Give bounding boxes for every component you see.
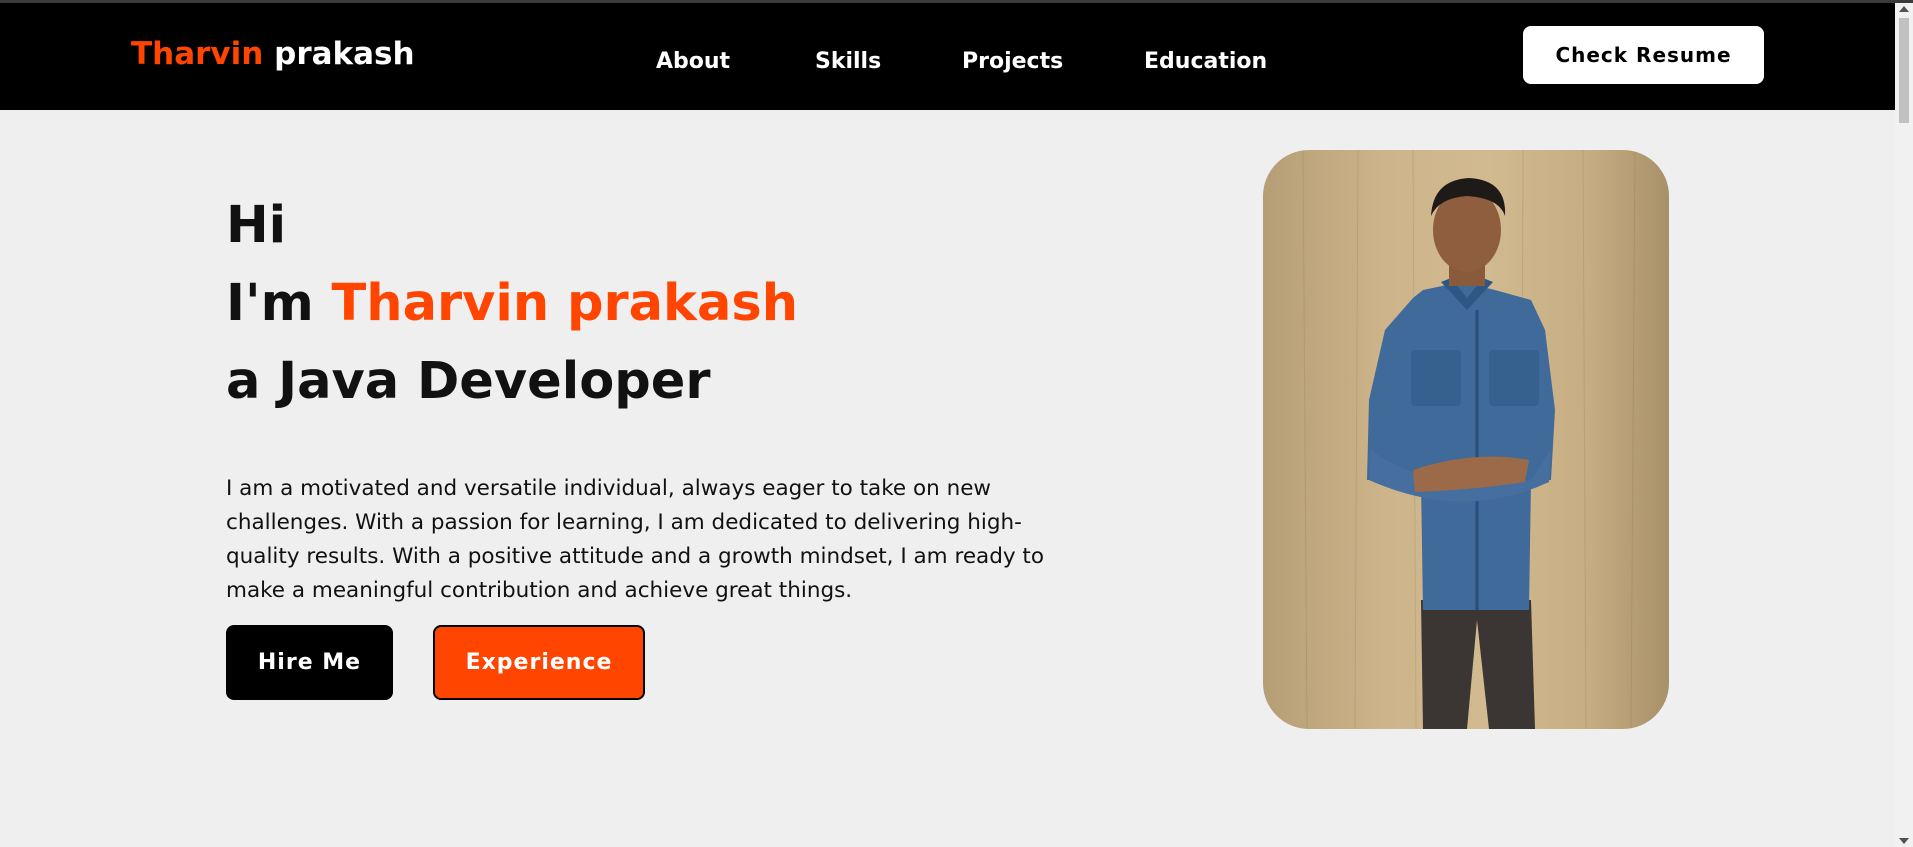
nav-link-about[interactable]: About — [656, 49, 730, 74]
experience-button[interactable]: Experience — [433, 625, 645, 700]
intro-paragraph: I am a motivated and versatile individua… — [226, 472, 1086, 608]
nav-link-skills[interactable]: Skills — [815, 49, 881, 74]
navbar: Tharvin prakash About Skills Projects Ed… — [0, 3, 1895, 110]
logo-first-name: Tharvin — [131, 36, 264, 72]
profile-photo — [1263, 150, 1669, 729]
scroll-down-arrow-icon[interactable] — [1899, 838, 1909, 844]
logo-last-name: prakash — [274, 36, 415, 72]
intro-line: quality results. With a positive attitud… — [226, 543, 1045, 569]
hire-me-button[interactable]: Hire Me — [226, 625, 393, 700]
profile-photo-illustration — [1302, 150, 1636, 729]
nav-link-education[interactable]: Education — [1144, 49, 1267, 74]
hero-name-prefix: I'm — [226, 274, 314, 333]
hero-name-line: I'm Tharvin prakash — [226, 274, 798, 333]
hero-name: Tharvin prakash — [331, 274, 799, 333]
page-scrollbar[interactable] — [1895, 3, 1913, 847]
intro-line: challenges. With a passion for learning,… — [226, 509, 1022, 535]
nav-link-projects[interactable]: Projects — [962, 49, 1063, 74]
scroll-up-arrow-icon[interactable] — [1899, 6, 1909, 12]
hero-greeting: Hi — [226, 196, 287, 255]
check-resume-button[interactable]: Check Resume — [1523, 26, 1764, 84]
intro-line: make a meaningful contribution and achie… — [226, 577, 853, 603]
site-logo[interactable]: Tharvin prakash — [131, 36, 415, 72]
scroll-thumb[interactable] — [1899, 18, 1909, 123]
hero-role: a Java Developer — [226, 352, 711, 411]
intro-line: I am a motivated and versatile individua… — [226, 475, 992, 501]
